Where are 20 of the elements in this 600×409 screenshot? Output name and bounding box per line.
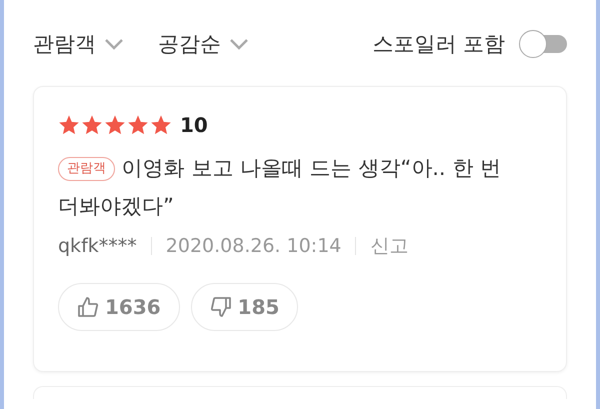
toggle-label: 스포일러 포함 [372, 31, 505, 58]
spoiler-toggle[interactable] [519, 30, 567, 58]
chevron-down-icon [229, 38, 249, 50]
filter-dropdown[interactable]: 관람객 [33, 30, 124, 58]
star-icon [104, 114, 126, 136]
chevron-down-icon [104, 38, 124, 50]
star-icon [127, 114, 149, 136]
review-date: 2020.08.26. 10:14 [166, 235, 342, 257]
thumbs-up-icon [77, 296, 99, 318]
rating-score: 10 [180, 113, 208, 137]
star-icon [81, 114, 103, 136]
review-text: 관람객 이영화 보고 나올때 드는 생각“아.. 한 번 더봐야겠다” [58, 155, 502, 220]
star-icon [150, 114, 172, 136]
dislike-button[interactable]: 185 [190, 283, 298, 331]
star-icon [58, 114, 80, 136]
report-link[interactable]: 신고 [370, 233, 408, 259]
thumbs-down-icon [210, 296, 232, 318]
filter-dropdown[interactable]: 공감순 [158, 30, 249, 58]
like-button[interactable]: 1636 [58, 283, 180, 331]
author-id: qkfk**** [58, 235, 137, 257]
